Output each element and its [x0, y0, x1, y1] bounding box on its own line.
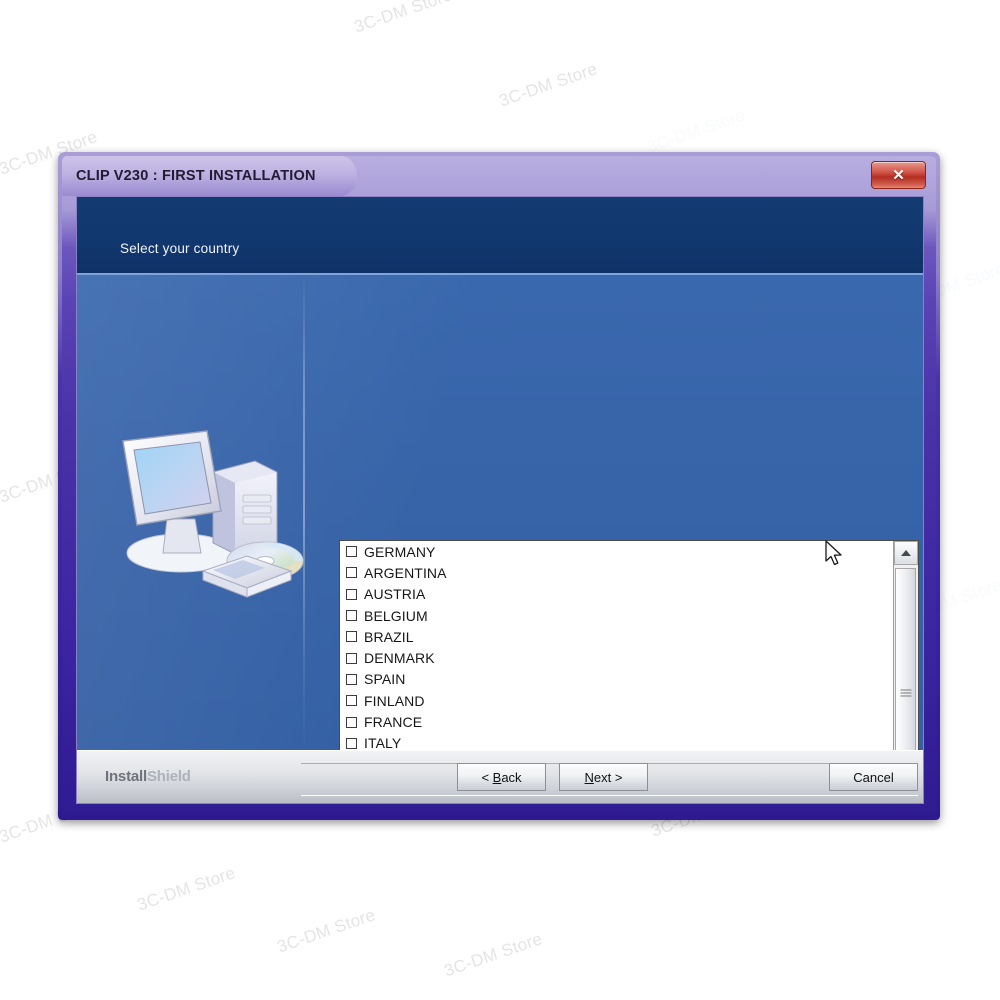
country-label: BRAZIL [364, 628, 414, 645]
computer-cd-icon [115, 425, 315, 605]
country-label: AUSTRIA [364, 586, 426, 603]
checkbox-icon[interactable] [346, 546, 357, 558]
checkbox-icon[interactable] [346, 652, 357, 664]
country-label: FINLAND [364, 692, 425, 709]
page-title: Select your country [120, 241, 240, 256]
checkbox-icon[interactable] [346, 737, 357, 749]
scrollbar-grip-icon [900, 689, 911, 699]
checkbox-icon[interactable] [346, 673, 357, 685]
checkbox-icon[interactable] [346, 716, 357, 728]
country-row[interactable]: FINLAND [340, 690, 893, 711]
back-button[interactable]: < Back [457, 763, 546, 791]
checkbox-icon[interactable] [346, 695, 357, 707]
installshield-logo: InstallShield [105, 768, 191, 785]
close-button[interactable]: ✕ [871, 161, 926, 189]
body-panel: GERMANY ARGENTINA AUSTRIA BELGIUM BRAZIL DENM… [77, 275, 923, 803]
watermark-text: 3C-DM Store [274, 905, 378, 957]
country-row[interactable]: FRANCE [340, 711, 893, 732]
checkbox-icon[interactable] [346, 567, 357, 579]
country-row[interactable]: ARGENTINA [340, 562, 893, 583]
cancel-button-label: Cancel [853, 769, 894, 785]
title-bar: CLIP V230 : FIRST INSTALLATION ✕ [62, 156, 936, 196]
next-button-label: Next > [584, 769, 623, 785]
installshield-logo-shield: Shield [146, 768, 191, 785]
dialog-frame-inner: CLIP V230 : FIRST INSTALLATION ✕ Select … [62, 156, 936, 815]
checkbox-icon[interactable] [346, 588, 357, 600]
country-label: BELGIUM [364, 607, 428, 624]
watermark-text: 3C-DM Store [351, 0, 455, 37]
country-label: FRANCE [364, 714, 423, 731]
watermark-text: 3C-DM Store [496, 59, 600, 111]
country-row[interactable]: SPAIN [340, 669, 893, 690]
checkbox-icon[interactable] [346, 610, 357, 622]
back-button-label: < Back [481, 769, 522, 785]
dialog-footer: InstallShield < Back Next > Cancel [77, 750, 923, 803]
checkbox-icon[interactable] [346, 631, 357, 643]
dialog-client-area: Select your country GERMANY ARGENTINA AU… [76, 196, 924, 804]
country-row[interactable]: BELGIUM [340, 605, 893, 626]
scroll-up-arrow[interactable] [894, 541, 918, 565]
close-icon: ✕ [892, 166, 905, 184]
country-label: SPAIN [364, 671, 406, 688]
watermark-text: 3C-DM Store [134, 863, 238, 915]
watermark-text: 3C-DM Store [441, 929, 545, 981]
cancel-button[interactable]: Cancel [829, 763, 918, 791]
country-label: ITALY [364, 735, 402, 752]
country-label: GERMANY [364, 543, 436, 560]
scroll-up-icon [901, 550, 911, 556]
header-band: Select your country [77, 197, 923, 275]
title-plate: CLIP V230 : FIRST INSTALLATION [62, 156, 357, 196]
window-title: CLIP V230 : FIRST INSTALLATION [76, 168, 316, 184]
installshield-logo-install: Install [105, 768, 147, 785]
installer-dialog: CLIP V230 : FIRST INSTALLATION ✕ Select … [58, 152, 940, 820]
country-row[interactable]: GERMANY [340, 541, 893, 562]
country-row[interactable]: DENMARK [340, 647, 893, 668]
watermark-text: 3C-DM Store [644, 105, 748, 157]
country-row[interactable]: AUSTRIA [340, 584, 893, 605]
country-label: ARGENTINA [364, 564, 447, 581]
country-row[interactable]: BRAZIL [340, 626, 893, 647]
country-label: DENMARK [364, 650, 435, 667]
screenshot-root: CLIP V230 : FIRST INSTALLATION ✕ Select … [0, 0, 1000, 1000]
next-button[interactable]: Next > [559, 763, 648, 791]
